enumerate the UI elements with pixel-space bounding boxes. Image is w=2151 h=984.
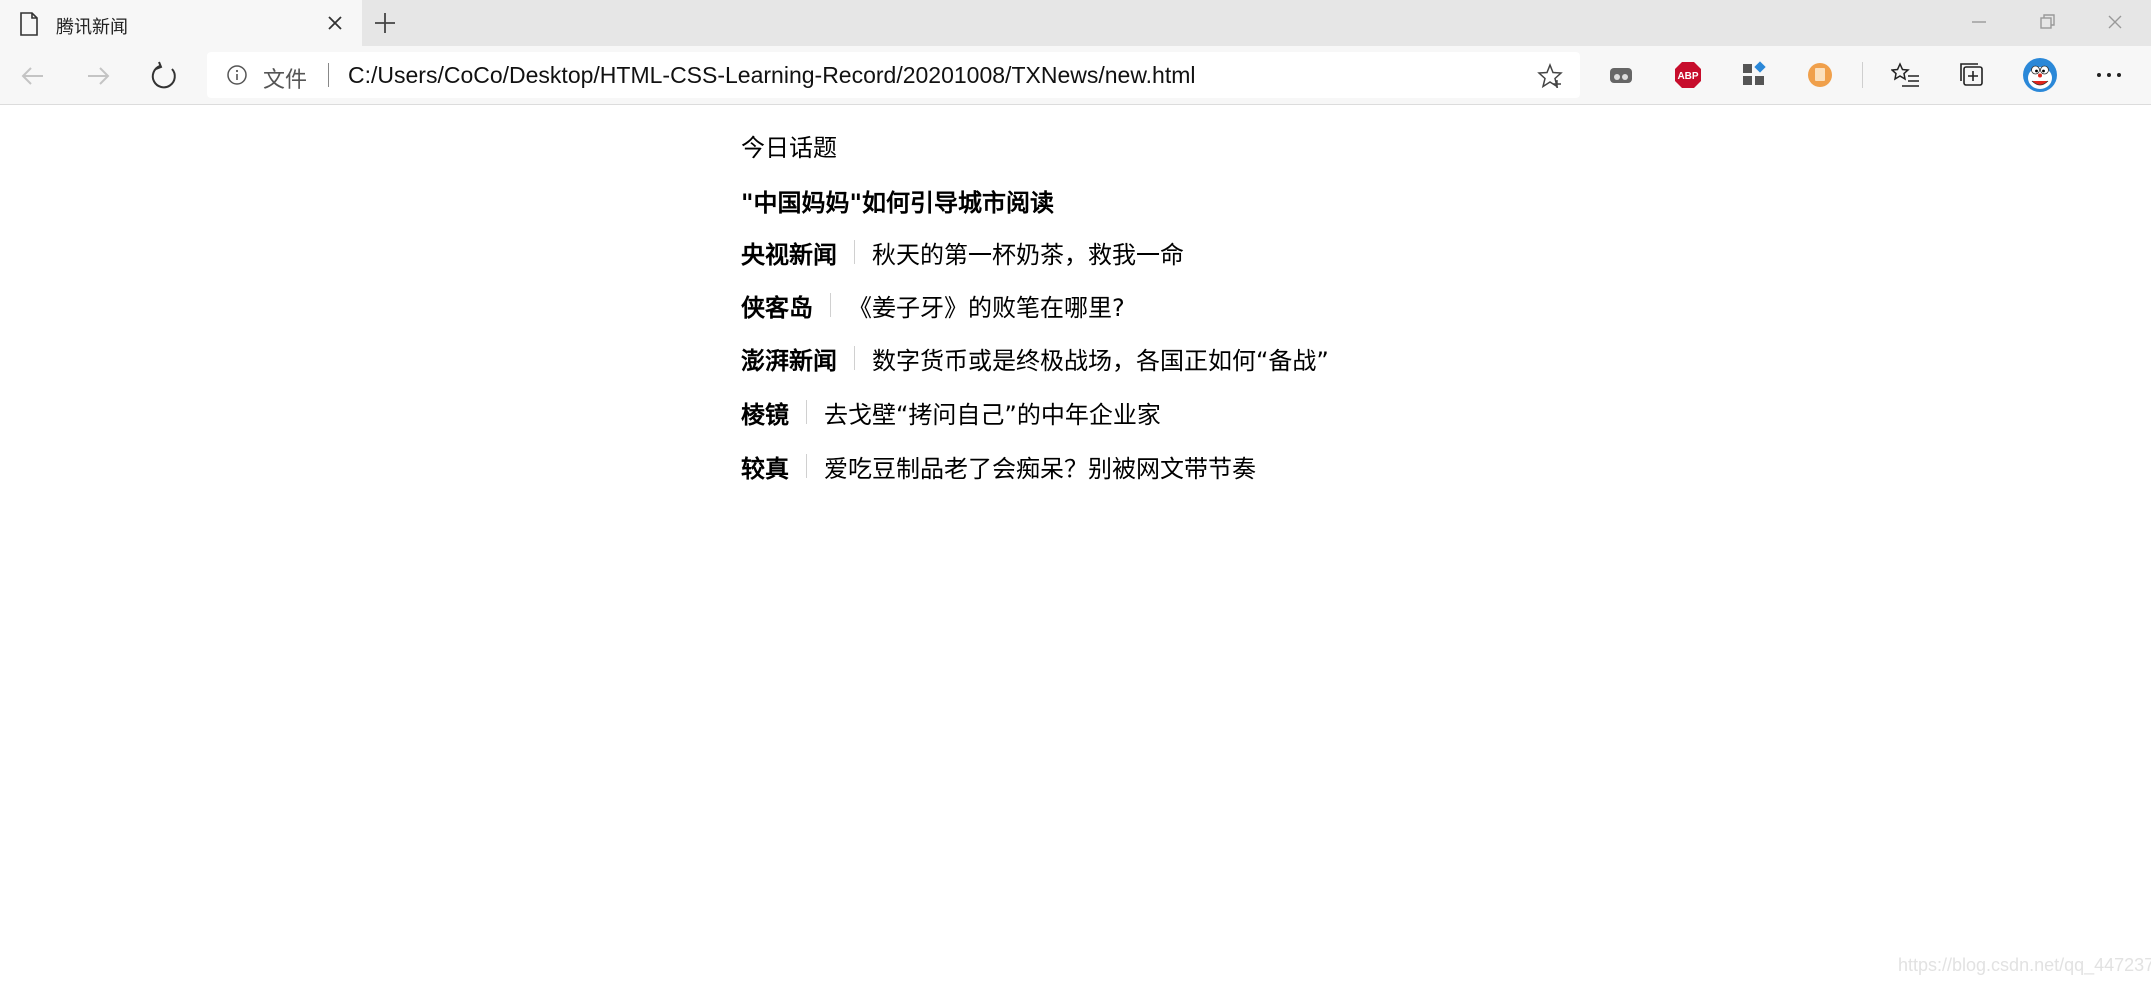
more-options-icon[interactable] <box>2092 60 2126 90</box>
page-icon <box>20 12 38 36</box>
news-source: 澎湃新闻 <box>741 346 837 375</box>
favorites-list-icon[interactable] <box>1891 60 1921 90</box>
news-source: 侠客岛 <box>741 293 813 322</box>
headline-link[interactable]: "中国妈妈"如何引导城市阅读 <box>741 183 1054 218</box>
collections-icon[interactable] <box>1606 60 1636 90</box>
news-divider <box>854 346 855 370</box>
news-title-link[interactable]: 秋天的第一杯奶茶，救我一命 <box>872 235 1184 270</box>
forward-arrow-icon[interactable] <box>82 60 114 92</box>
info-icon[interactable] <box>226 64 248 86</box>
news-item: 澎湃新闻 数字货币或是终极战场，各国正如何“备战” <box>741 341 1329 375</box>
browser-window: 腾讯新闻 文件 C:/Users/CoCo/Desktop/HTML-CSS-L… <box>0 0 2151 984</box>
address-separator <box>328 63 329 87</box>
refresh-icon[interactable] <box>148 60 180 92</box>
tab-title: 腾讯新闻 <box>56 17 128 38</box>
news-title-link[interactable]: 爱吃豆制品老了会痴呆？别被网文带节奏 <box>824 449 1256 484</box>
news-source: 棱镜 <box>741 400 789 429</box>
minimize-icon[interactable] <box>1964 8 1994 36</box>
window-close-icon[interactable] <box>2100 8 2130 36</box>
tab-strip: 腾讯新闻 <box>0 0 2151 46</box>
news-item: 较真 爱吃豆制品老了会痴呆？别被网文带节奏 <box>741 449 1256 483</box>
star-add-favorite-icon[interactable] <box>1537 63 1563 89</box>
avatar[interactable] <box>2022 57 2058 93</box>
news-divider <box>806 400 807 424</box>
news-title-link[interactable]: 数字货币或是终极战场，各国正如何“备战” <box>872 341 1329 376</box>
scheme-label: 文件 <box>263 68 308 93</box>
collections-add-icon[interactable] <box>1957 60 1987 90</box>
adblock-plus-icon[interactable]: ABP <box>1673 60 1703 90</box>
close-icon[interactable] <box>325 13 345 33</box>
abp-label: ABP <box>1677 71 1698 82</box>
news-divider <box>830 293 831 317</box>
apps-icon[interactable] <box>1739 60 1769 90</box>
news-item: 棱镜 去戈壁“拷问自己”的中年企业家 <box>741 395 1161 429</box>
restore-icon[interactable] <box>2032 8 2062 36</box>
url-text[interactable]: C:/Users/CoCo/Desktop/HTML-CSS-Learning-… <box>348 62 1196 89</box>
orange-extension-icon[interactable] <box>1805 60 1835 90</box>
news-divider <box>854 240 855 264</box>
news-title-link[interactable]: 《姜子牙》的败笔在哪里? <box>848 288 1125 323</box>
plus-icon[interactable] <box>371 9 399 37</box>
news-title-link[interactable]: 去戈壁“拷问自己”的中年企业家 <box>824 395 1161 430</box>
browser-toolbar: 文件 C:/Users/CoCo/Desktop/HTML-CSS-Learni… <box>0 46 2151 105</box>
watermark: https://blog.csdn.net/qq_44723773 <box>1898 955 2151 975</box>
address-bar[interactable]: 文件 C:/Users/CoCo/Desktop/HTML-CSS-Learni… <box>207 52 1580 98</box>
toolbar-divider <box>1862 62 1863 88</box>
news-source: 较真 <box>741 454 789 483</box>
news-source: 央视新闻 <box>741 240 837 269</box>
tab-active[interactable]: 腾讯新闻 <box>0 0 362 46</box>
news-item: 侠客岛 《姜子牙》的败笔在哪里? <box>741 288 1125 322</box>
back-arrow-icon[interactable] <box>17 60 49 92</box>
news-divider <box>806 454 807 478</box>
news-item: 央视新闻 秋天的第一杯奶茶，救我一命 <box>741 235 1184 269</box>
section-title: 今日话题 <box>741 134 837 162</box>
